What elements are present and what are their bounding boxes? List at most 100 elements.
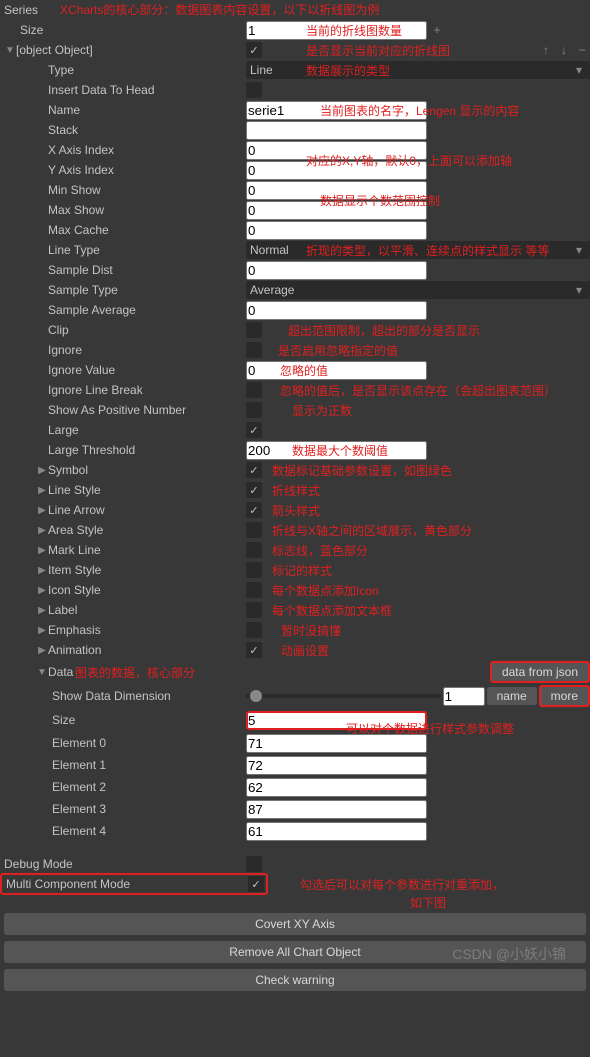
maxcache-input[interactable]: [246, 221, 427, 240]
large-checkbox[interactable]: [246, 422, 262, 438]
linestyle-foldout[interactable]: [36, 485, 48, 496]
linetype-note: 折现的类型，以平滑、连续点的样式显示 等等: [306, 242, 549, 259]
maxshow-label: Max Show: [48, 203, 104, 217]
xaxis-label: X Axis Index: [48, 143, 114, 157]
sampletype-label: Sample Type: [48, 283, 118, 297]
show-note: 数据显示个数范围控制: [320, 192, 440, 209]
animation-note: 动画设置: [281, 642, 329, 659]
stack-input[interactable]: [246, 121, 427, 140]
ignorelb-checkbox[interactable]: [246, 382, 262, 398]
ignorelb-note: 忽略的值后，是否显示该点存在（会超出图表范围）: [280, 382, 556, 399]
linearrow-note: 箭头样式: [272, 502, 320, 519]
ignore-note: 是否启用忽略指定的值: [278, 342, 398, 359]
iconstyle-checkbox[interactable]: [246, 582, 262, 598]
linearrow-foldout[interactable]: [36, 505, 48, 516]
sdd-input[interactable]: [443, 687, 485, 706]
areastyle-note: 折线与X轴之间的区域展示，黄色部分: [272, 522, 472, 539]
areastyle-label: Area Style: [48, 523, 103, 537]
clip-checkbox[interactable]: [246, 322, 262, 338]
linestyle-checkbox[interactable]: [246, 482, 262, 498]
debugmode-label: Debug Mode: [4, 857, 73, 871]
type-note: 数据展示的类型: [306, 62, 390, 79]
more-button[interactable]: more: [539, 685, 590, 707]
serie0-up-button[interactable]: ↑: [538, 43, 554, 57]
ignoreval-input[interactable]: [246, 361, 427, 380]
multi-label: Multi Component Mode: [6, 877, 130, 891]
sampledist-input[interactable]: [246, 261, 427, 280]
element-4-input[interactable]: [246, 822, 427, 841]
largeth-label: Large Threshold: [48, 443, 135, 457]
animation-foldout[interactable]: [36, 645, 48, 656]
multi-note1: 勾选后可以对每个参数进行对重添加，: [300, 876, 504, 893]
serie0-remove-button[interactable]: −: [574, 43, 590, 57]
label-checkbox[interactable]: [246, 602, 262, 618]
insert-head-checkbox[interactable]: [246, 82, 262, 98]
add-serie-button[interactable]: +: [429, 23, 445, 37]
sdd-slider[interactable]: [246, 694, 441, 698]
itemstyle-foldout[interactable]: [36, 565, 48, 576]
serie0-note: 是否显示当前对应的折线图: [306, 42, 450, 59]
multi-checkbox[interactable]: [248, 876, 264, 892]
showpos-note: 显示为正数: [292, 402, 352, 419]
iconstyle-label: Icon Style: [48, 583, 101, 597]
series-label: Series: [4, 3, 38, 17]
sampletype-dropdown[interactable]: Average: [246, 281, 590, 299]
element-3-input[interactable]: [246, 800, 427, 819]
ignoreval-label: Ignore Value: [48, 363, 115, 377]
linetype-label: Line Type: [48, 243, 100, 257]
iconstyle-foldout[interactable]: [36, 585, 48, 596]
name-note: 当前图表的名字，Lengen 显示的内容: [320, 102, 519, 119]
sdd-label: Show Data Dimension: [52, 689, 171, 703]
datasize-label: Size: [52, 713, 75, 727]
emphasis-checkbox[interactable]: [246, 622, 262, 638]
element-0-label: Element 0: [52, 736, 106, 750]
multi-note2: 如下图: [410, 894, 446, 911]
areastyle-checkbox[interactable]: [246, 522, 262, 538]
debugmode-checkbox[interactable]: [246, 856, 262, 872]
serie0-down-button[interactable]: ↓: [556, 43, 572, 57]
sampleavg-label: Sample Average: [48, 303, 136, 317]
linestyle-note: 折线样式: [272, 482, 320, 499]
type-label: Type: [48, 63, 74, 77]
symbol-note: 数据标记基础参数设置，如图绿色: [272, 462, 452, 479]
markline-foldout[interactable]: [36, 545, 48, 556]
size-note: 当前的折线图数量: [306, 22, 402, 39]
element-2-input[interactable]: [246, 778, 427, 797]
areastyle-foldout[interactable]: [36, 525, 48, 536]
series-note: XCharts的核心部分：数据图表内容设置，以下以折线图为例: [60, 1, 379, 18]
watermark: CSDN @小妖小锦: [452, 944, 566, 964]
data-foldout[interactable]: [36, 667, 48, 678]
check-warning-button[interactable]: Check warning: [4, 969, 586, 991]
axis-note: 对应的X,Y轴，默认0，上面可以添加轴: [306, 152, 512, 169]
yaxis-label: Y Axis Index: [48, 163, 114, 177]
emphasis-foldout[interactable]: [36, 625, 48, 636]
showpos-checkbox[interactable]: [246, 402, 262, 418]
linestyle-label: Line Style: [48, 483, 101, 497]
element-0-input[interactable]: [246, 734, 427, 753]
markline-checkbox[interactable]: [246, 542, 262, 558]
symbol-checkbox[interactable]: [246, 462, 262, 478]
iconstyle-note: 每个数据点添加Icon: [272, 582, 379, 599]
label-foldout[interactable]: [36, 605, 48, 616]
ignore-label: Ignore: [48, 343, 82, 357]
sampleavg-input[interactable]: [246, 301, 427, 320]
serie0-foldout[interactable]: [4, 45, 16, 56]
ignore-checkbox[interactable]: [246, 342, 262, 358]
itemstyle-note: 标记的样式: [272, 562, 332, 579]
covert-xy-button[interactable]: Covert XY Axis: [4, 913, 586, 935]
maxcache-label: Max Cache: [48, 223, 109, 237]
linearrow-checkbox[interactable]: [246, 502, 262, 518]
symbol-foldout[interactable]: [36, 465, 48, 476]
element-1-input[interactable]: [246, 756, 427, 775]
remove-all-button[interactable]: Remove All Chart Object CSDN @小妖小锦: [4, 941, 586, 963]
element-3-label: Element 3: [52, 802, 106, 816]
minshow-label: Min Show: [48, 183, 101, 197]
type-dropdown[interactable]: Line: [246, 61, 590, 79]
showpos-label: Show As Positive Number: [48, 403, 186, 417]
name-button[interactable]: name: [487, 687, 537, 705]
ignorelb-label: Ignore Line Break: [48, 383, 143, 397]
animation-checkbox[interactable]: [246, 642, 262, 658]
serie0-enabled-checkbox[interactable]: [246, 42, 262, 58]
data-from-json-button[interactable]: data from json: [490, 661, 590, 683]
itemstyle-checkbox[interactable]: [246, 562, 262, 578]
